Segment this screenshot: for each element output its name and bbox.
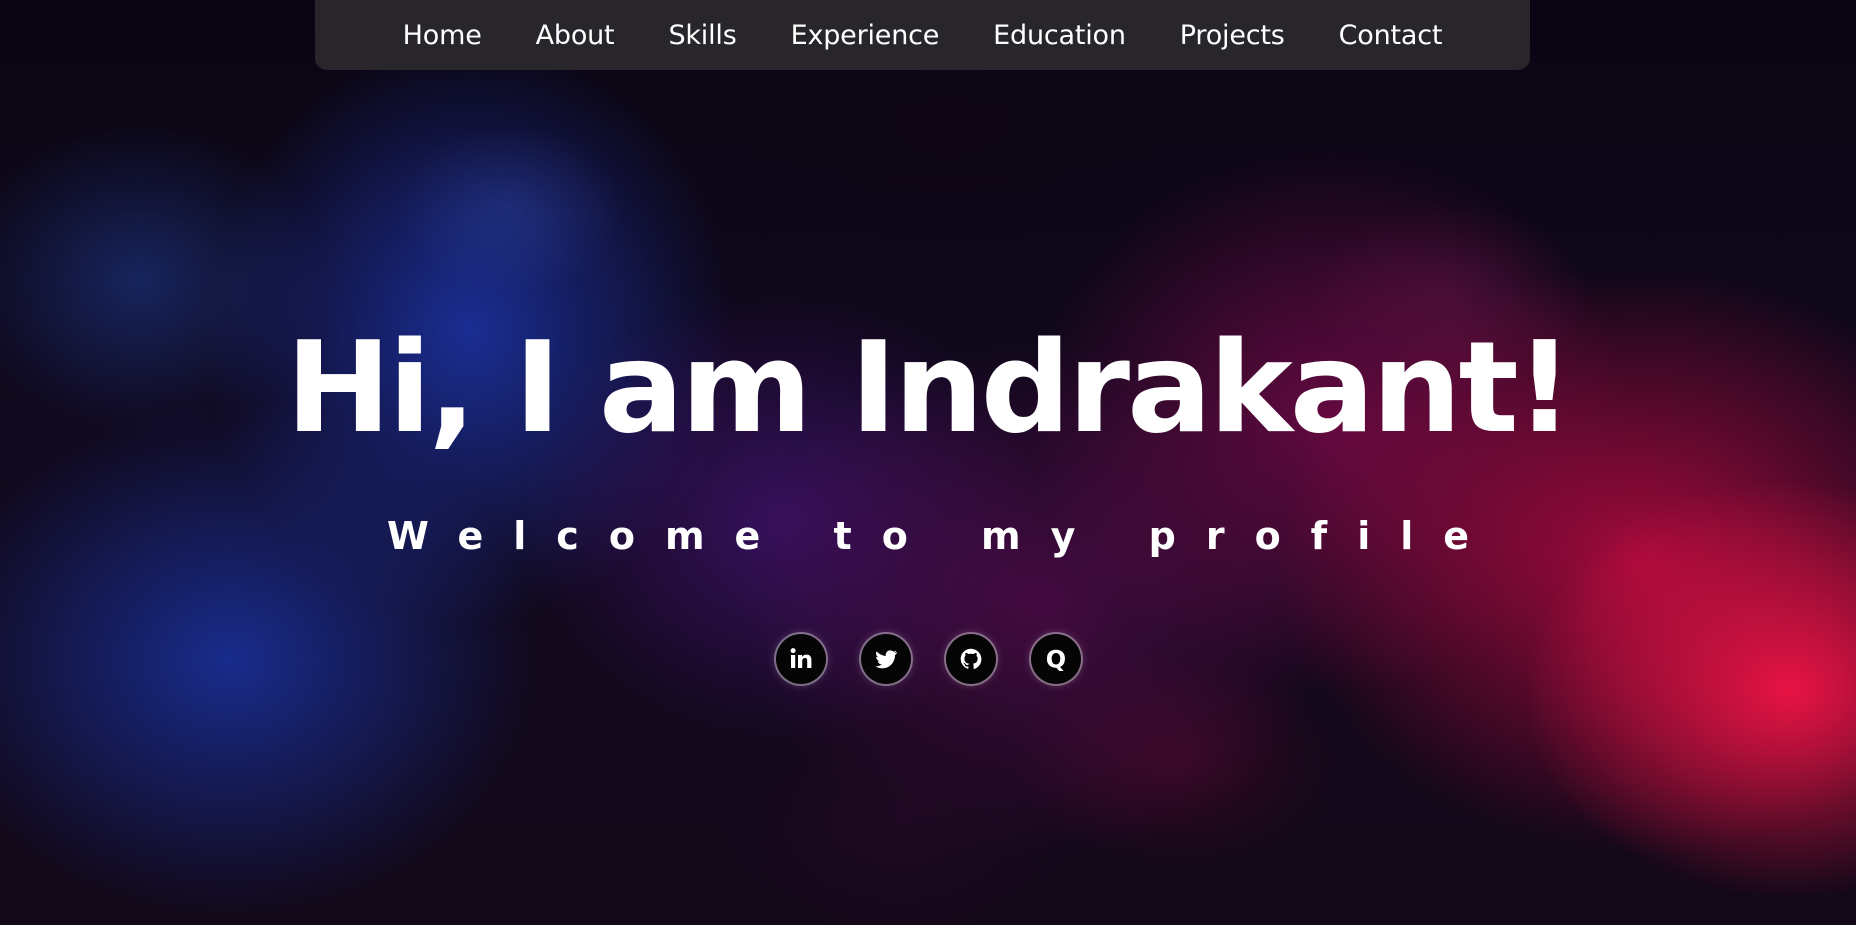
nav-link-projects[interactable]: Projects xyxy=(1153,20,1312,51)
hero-section: Home About Skills Experience Education P… xyxy=(0,0,1856,925)
nav-link-home[interactable]: Home xyxy=(376,20,509,51)
smoke-background xyxy=(0,0,1856,925)
github-icon xyxy=(958,646,984,672)
social-links: Q xyxy=(0,634,1856,684)
twitter-button[interactable] xyxy=(860,634,911,684)
nav-link-education[interactable]: Education xyxy=(966,20,1153,51)
nav-link-about[interactable]: About xyxy=(509,20,642,51)
quora-button[interactable]: Q xyxy=(1030,634,1081,684)
hero-subtitle: Welcome to my profile xyxy=(386,514,1500,558)
nav-link-contact[interactable]: Contact xyxy=(1312,20,1470,51)
nav-link-skills[interactable]: Skills xyxy=(641,20,763,51)
nav-link-experience[interactable]: Experience xyxy=(764,20,967,51)
svg-text:Q: Q xyxy=(1045,646,1065,674)
top-navbar: Home About Skills Experience Education P… xyxy=(315,0,1530,70)
quora-icon: Q xyxy=(1041,644,1071,674)
hero-headline: Hi, I am Indrakant! xyxy=(285,314,1573,461)
linkedin-icon xyxy=(788,646,814,672)
linkedin-button[interactable] xyxy=(775,634,826,684)
github-button[interactable] xyxy=(945,634,996,684)
twitter-icon xyxy=(873,646,899,672)
